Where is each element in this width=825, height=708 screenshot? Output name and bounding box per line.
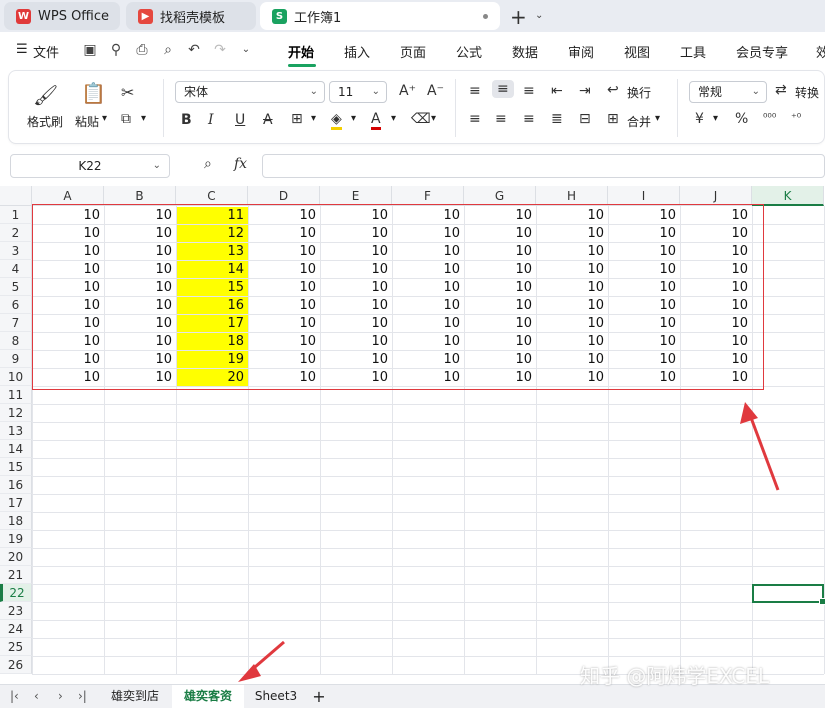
annotation-arrow — [740, 402, 780, 491]
sheet-tab-active[interactable]: 雄奕客资 — [172, 685, 244, 708]
next-sheet-icon[interactable]: › — [58, 689, 63, 703]
annotation-overlay — [238, 402, 780, 682]
last-sheet-icon[interactable]: ›| — [78, 689, 87, 703]
first-sheet-icon[interactable]: |‹ — [10, 689, 19, 703]
add-sheet-button[interactable]: + — [308, 685, 330, 708]
sheet-tab[interactable]: Sheet3 — [246, 685, 306, 708]
sheet-tab[interactable]: 雄奕到店 — [100, 685, 170, 708]
watermark: 知乎 @阿炜学EXCEL — [580, 664, 769, 688]
annotation-arrow — [238, 640, 285, 682]
prev-sheet-icon[interactable]: ‹ — [34, 689, 39, 703]
